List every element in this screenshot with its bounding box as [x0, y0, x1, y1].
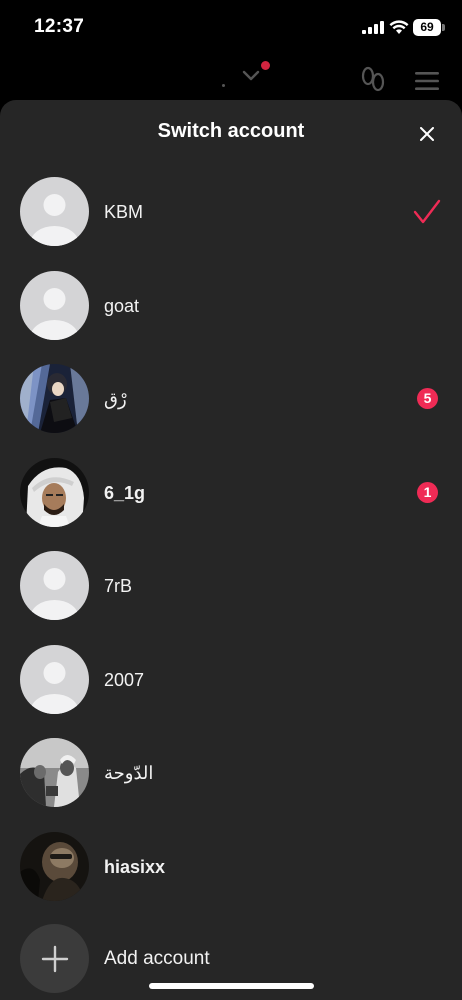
account-row-6-1g[interactable]: 6_1g 1: [0, 457, 462, 552]
battery-tip: [442, 24, 445, 31]
anime-character-image: [20, 364, 89, 433]
dot-icon: [222, 84, 225, 87]
default-avatar: [20, 551, 89, 620]
profile-header: [0, 56, 462, 104]
account-name: hiasixx: [104, 856, 166, 877]
default-avatar: [20, 177, 89, 246]
account-row-kbm[interactable]: KBM: [0, 177, 462, 271]
account-list: KBM goat رْق 5 6_1g 1 7rB 2007 الدّوحة h…: [0, 177, 462, 925]
photo-avatar: [20, 831, 89, 901]
footprints-icon[interactable]: [360, 66, 386, 94]
close-icon: [420, 127, 434, 141]
account-row-3[interactable]: رْق 5: [0, 364, 462, 458]
cellular-signal-icon: [362, 21, 384, 34]
switch-account-sheet: Switch account KBM goat رْق 5 6_1g 1 7rB…: [0, 100, 462, 1000]
account-row-doha[interactable]: الدّوحة: [0, 738, 462, 832]
photo-avatar: [20, 457, 89, 527]
anime-avatar: [20, 364, 89, 433]
portrait-image: [20, 457, 89, 527]
account-name: KBM: [104, 202, 144, 222]
group-photo-image: [20, 738, 89, 807]
add-account-label: Add account: [104, 948, 210, 969]
account-row-2007[interactable]: 2007: [0, 644, 462, 739]
account-name: رْق: [104, 389, 127, 409]
notification-badge: 1: [417, 481, 438, 503]
add-circle: [20, 924, 89, 993]
plus-icon: [41, 945, 68, 972]
account-name: 6_1g: [104, 482, 146, 503]
status-time: 12:37: [34, 16, 85, 37]
account-name: 2007: [104, 669, 145, 690]
account-row-goat[interactable]: goat: [0, 270, 462, 365]
account-row-7rb[interactable]: 7rB: [0, 551, 462, 645]
home-indicator[interactable]: [149, 983, 314, 989]
wifi-icon: [389, 20, 409, 34]
checkmark-icon: [413, 199, 441, 224]
notification-badge: 5: [417, 388, 438, 409]
hamburger-menu-icon[interactable]: [415, 71, 439, 91]
add-account-button[interactable]: Add account: [0, 920, 462, 993]
dark-portrait-image: [20, 831, 89, 901]
default-avatar: [20, 644, 89, 714]
photo-avatar: [20, 738, 89, 807]
battery-icon: 69: [413, 19, 441, 36]
sheet-title: Switch account: [157, 120, 305, 142]
account-row-hiasixx[interactable]: hiasixx: [0, 831, 462, 926]
close-button[interactable]: [414, 121, 440, 147]
person-placeholder-icon: [20, 551, 89, 620]
person-placeholder-icon: [20, 270, 89, 340]
account-name: الدّوحة: [104, 763, 154, 783]
chevron-down-icon[interactable]: [242, 70, 260, 82]
person-placeholder-icon: [20, 177, 89, 246]
account-name: 7rB: [104, 576, 133, 596]
account-name: goat: [104, 295, 140, 316]
default-avatar: [20, 270, 89, 340]
person-placeholder-icon: [20, 644, 89, 714]
status-bar: 12:37 69: [0, 0, 462, 56]
notification-dot: [261, 61, 270, 70]
